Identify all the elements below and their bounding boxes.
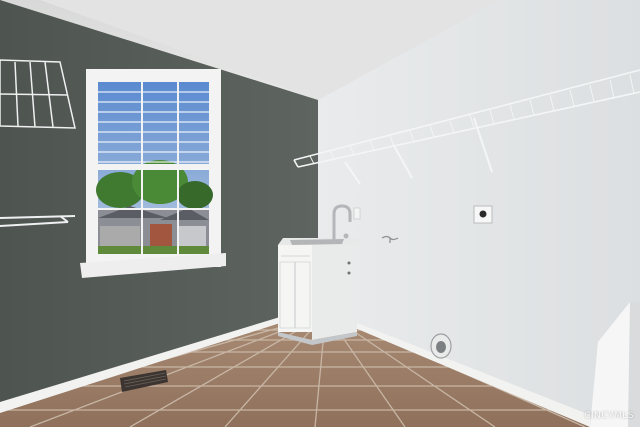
window <box>80 69 226 278</box>
watermark-text: CINCYMLS <box>584 411 634 421</box>
water-valve-box <box>353 207 361 220</box>
dryer-vent <box>430 333 452 359</box>
room-scene <box>0 0 640 427</box>
sink-basin <box>290 239 344 245</box>
laundry-room-photo: CINCYMLS <box>0 0 640 427</box>
